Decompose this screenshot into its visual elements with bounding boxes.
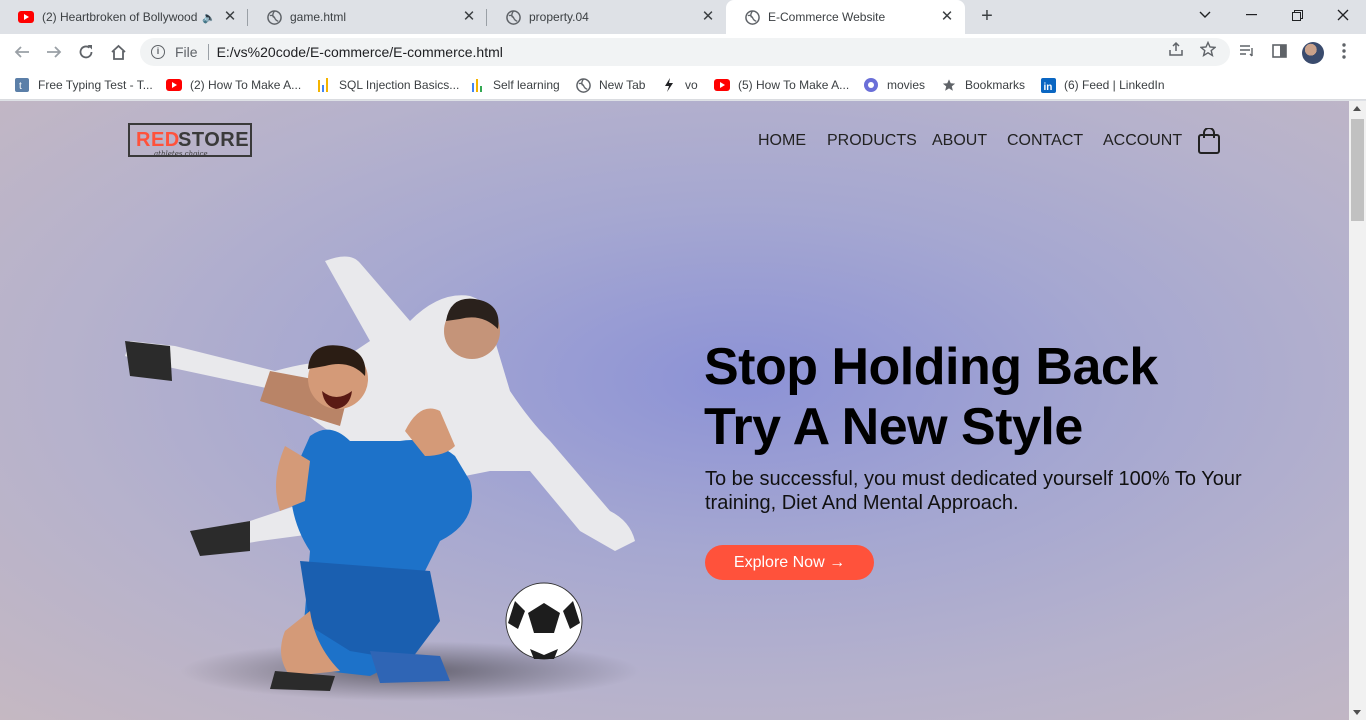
hero-headline-line1: Stop Holding Back (704, 338, 1158, 396)
chart-icon (315, 77, 331, 93)
bookmark-label: Bookmarks (965, 78, 1026, 92)
bookmark-item[interactable]: (2) How To Make A... (166, 76, 301, 94)
scheme-label: File (175, 44, 198, 60)
webpage-viewport: RED STORE athletes choice HOME PRODUCTS … (0, 101, 1349, 720)
bookmark-item[interactable]: (5) How To Make A... (714, 76, 849, 94)
bookmark-label: (2) How To Make A... (190, 78, 302, 92)
tab-title: (2) Heartbroken of Bollywood (42, 10, 198, 24)
svg-text:t: t (19, 81, 22, 92)
address-bar[interactable]: i File E:/vs%20code/E-commerce/E-commerc… (140, 38, 1230, 66)
bookmark-item[interactable]: in (6) Feed | LinkedIn (1040, 76, 1165, 94)
side-panel-icon[interactable] (1269, 42, 1289, 60)
close-tab-icon[interactable]: ✕ (939, 9, 955, 25)
bookmark-item[interactable]: movies (863, 76, 925, 94)
nav-contact[interactable]: CONTACT (1007, 132, 1083, 150)
bookmark-item[interactable]: vo (661, 76, 698, 94)
bookmark-item[interactable]: SQL Injection Basics... (315, 76, 459, 94)
svg-text:in: in (1043, 82, 1052, 93)
star-icon (941, 77, 957, 93)
hero-subtext: To be successful, you must dedicated you… (705, 468, 1242, 514)
close-tab-icon[interactable]: ✕ (222, 9, 238, 25)
linkedin-icon: in (1040, 77, 1056, 93)
tab-title: property.04 (529, 10, 589, 24)
logo-tagline: athletes choice (154, 150, 208, 158)
bookmark-label: vo (685, 78, 698, 92)
tab-ecommerce[interactable]: E-Commerce Website ✕ (726, 0, 965, 34)
close-window-icon[interactable] (1320, 0, 1366, 30)
reload-icon[interactable] (74, 40, 98, 64)
reading-list-icon[interactable] (1237, 42, 1257, 60)
movies-icon (863, 77, 879, 93)
tab-search-icon[interactable] (1182, 0, 1228, 30)
globe-icon (266, 9, 282, 25)
nav-products[interactable]: PRODUCTS (827, 132, 917, 150)
bookmark-item[interactable]: t Free Typing Test - T... (14, 76, 153, 94)
browser-toolbar: i File E:/vs%20code/E-commerce/E-commerc… (0, 34, 1366, 70)
speaker-icon[interactable]: 🔈 (202, 11, 216, 24)
minimize-icon[interactable] (1228, 0, 1274, 30)
hero-headline-line2: Try A New Style (704, 398, 1083, 456)
bookmark-item[interactable]: Bookmarks (941, 76, 1025, 94)
globe-icon (505, 9, 521, 25)
tab-strip: (2) Heartbroken of Bollywood 🔈 ✕ game.ht… (0, 0, 1366, 34)
typing-test-icon: t (14, 77, 30, 93)
youtube-icon (714, 77, 730, 93)
address-divider (207, 44, 209, 60)
scroll-up-arrow-icon[interactable] (1353, 106, 1361, 111)
nav-about[interactable]: ABOUT (932, 132, 987, 150)
youtube-icon (166, 77, 182, 93)
chart-icon (469, 77, 485, 93)
bookmark-label: SQL Injection Basics... (339, 78, 460, 92)
bookmark-label: (6) Feed | LinkedIn (1064, 78, 1165, 92)
tab-youtube[interactable]: (2) Heartbroken of Bollywood 🔈 ✕ (0, 0, 248, 34)
globe-icon (744, 9, 760, 25)
logo-store-text: STORE (178, 129, 250, 151)
close-tab-icon[interactable]: ✕ (461, 9, 477, 25)
tab-title: game.html (290, 10, 347, 24)
new-tab-button[interactable]: + (976, 6, 998, 28)
tab-title: E-Commerce Website (768, 10, 886, 24)
football-players-image (125, 256, 640, 701)
back-arrow-icon[interactable] (10, 40, 34, 64)
logo-red-text: RED (136, 129, 180, 151)
bookmark-label: Self learning (493, 78, 560, 92)
nav-account[interactable]: ACCOUNT (1103, 132, 1182, 150)
restore-icon[interactable] (1274, 0, 1320, 30)
bolt-icon (661, 77, 677, 93)
kebab-menu-icon[interactable] (1334, 42, 1354, 60)
star-icon[interactable] (1199, 40, 1217, 58)
close-tab-icon[interactable]: ✕ (700, 9, 716, 25)
bookmark-label: New Tab (599, 78, 646, 92)
bookmark-item[interactable]: Self learning (469, 76, 560, 94)
redstore-logo[interactable]: RED STORE athletes choice (128, 123, 252, 158)
url-text[interactable]: E:/vs%20code/E-commerce/E-commerce.html (217, 44, 503, 60)
bookmark-label: movies (887, 78, 926, 92)
share-icon[interactable] (1167, 40, 1185, 58)
bookmarks-bar: t Free Typing Test - T... (2) How To Mak… (0, 70, 1366, 100)
forward-arrow-icon[interactable] (42, 40, 66, 64)
scrollbar-thumb[interactable] (1351, 119, 1364, 221)
youtube-icon (18, 9, 34, 25)
info-icon[interactable]: i (151, 45, 165, 59)
bookmark-label: (5) How To Make A... (738, 78, 850, 92)
tab-property[interactable]: property.04 ✕ (487, 0, 726, 34)
nav-home[interactable]: HOME (758, 132, 806, 150)
page-scrollbar[interactable] (1349, 101, 1366, 720)
home-icon[interactable] (106, 40, 130, 64)
tab-game[interactable]: game.html ✕ (248, 0, 487, 34)
bookmark-label: Free Typing Test - T... (38, 78, 153, 92)
scroll-down-arrow-icon[interactable] (1353, 710, 1361, 715)
explore-now-button[interactable]: Explore Now → (705, 545, 874, 580)
profile-avatar[interactable] (1302, 42, 1324, 64)
bookmark-item[interactable]: New Tab (575, 76, 645, 94)
globe-icon (575, 77, 591, 93)
shopping-bag-icon[interactable] (1197, 127, 1221, 154)
